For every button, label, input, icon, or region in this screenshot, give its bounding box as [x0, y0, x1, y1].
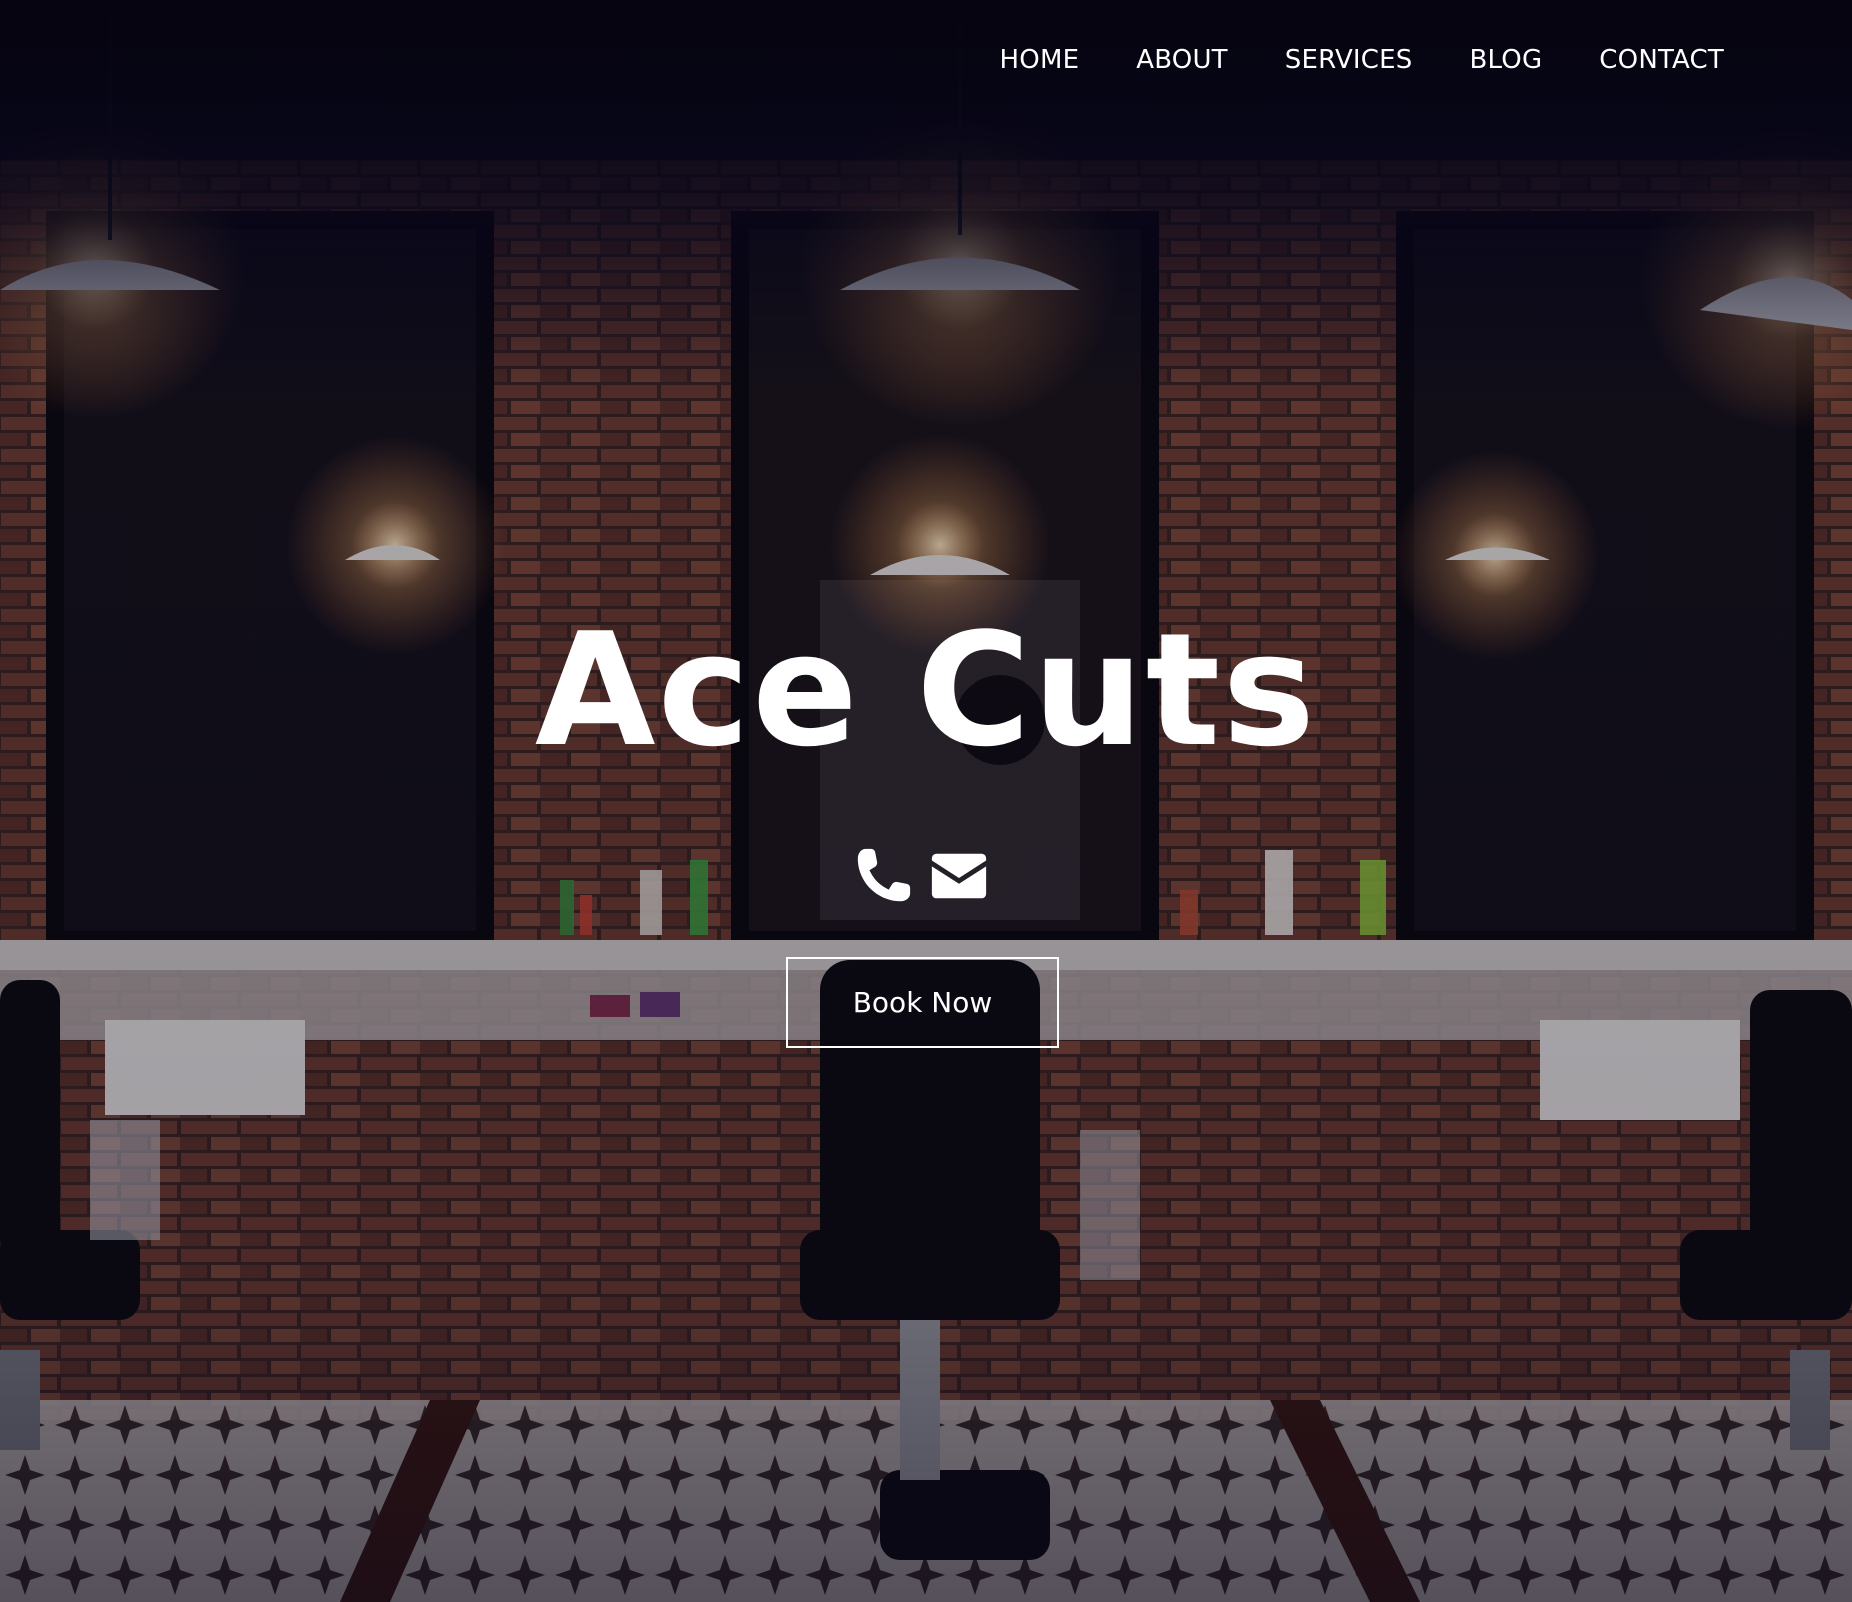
nav-contact-link[interactable]: CONTACT: [1599, 45, 1724, 75]
nav-blog-link[interactable]: BLOG: [1469, 45, 1542, 75]
nav-services-link[interactable]: SERVICES: [1285, 45, 1413, 75]
main-navigation: HOME ABOUT SERVICES BLOG CONTACT: [943, 45, 1724, 75]
nav-about-link[interactable]: ABOUT: [1136, 45, 1228, 75]
hero-title: Ace Cuts: [534, 599, 1318, 781]
contact-icons: [852, 845, 990, 912]
barbershop-background-image: [0, 0, 1852, 1602]
phone-icon[interactable]: [852, 845, 914, 912]
hero-section: HOME ABOUT SERVICES BLOG CONTACT Ace Cut…: [0, 0, 1852, 1602]
nav-home-link[interactable]: HOME: [1000, 45, 1080, 75]
envelope-icon[interactable]: [928, 845, 990, 912]
book-now-button[interactable]: Book Now: [786, 957, 1059, 1048]
